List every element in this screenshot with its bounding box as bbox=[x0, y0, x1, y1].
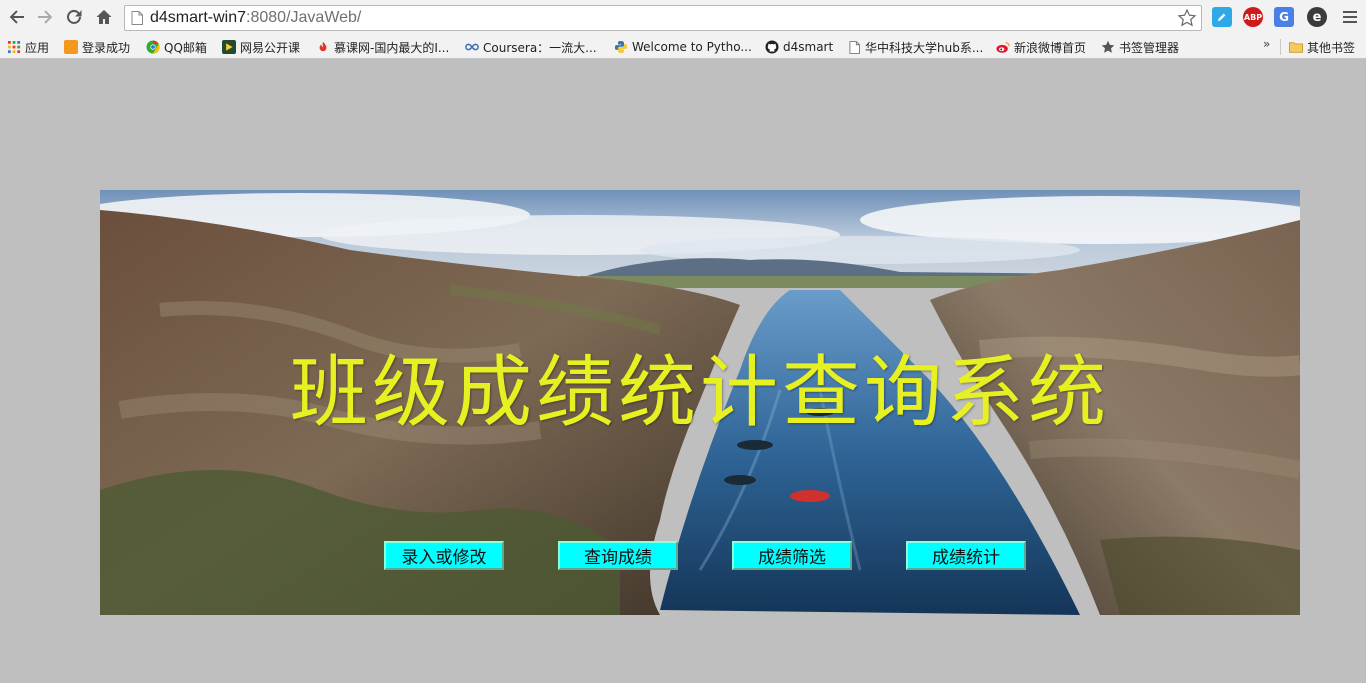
url-text: d4smart-win7:8080/JavaWeb/ bbox=[150, 9, 361, 27]
bookmarks-overflow-chevron[interactable]: » bbox=[1263, 37, 1270, 51]
score-statistics-button[interactable]: 成绩统计 bbox=[906, 541, 1026, 570]
bookmark-chrome-icon bbox=[146, 40, 160, 54]
bookmark-other-folder[interactable]: 其他书签 bbox=[1289, 37, 1355, 57]
entry-or-edit-button[interactable]: 录入或修改 bbox=[384, 541, 504, 570]
banner: 班级成绩统计查询系统 录入或修改 查询成绩 成绩筛选 成绩统计 bbox=[100, 190, 1300, 615]
bookmark-imooc[interactable]: 慕课网-国内最大的I... bbox=[316, 37, 449, 57]
bookmark-infinity-icon bbox=[465, 40, 479, 54]
apps-grid-icon bbox=[7, 40, 21, 54]
query-scores-button[interactable]: 查询成绩 bbox=[558, 541, 678, 570]
bookmark-label: 书签管理器 bbox=[1119, 40, 1180, 55]
bookmark-orange-icon bbox=[64, 40, 78, 54]
bookmarks-bar: 应用 登录成功 QQ邮箱 网易公开课 慕课网-国内最大的I... Courser… bbox=[0, 35, 1366, 59]
translate-icon[interactable]: G bbox=[1274, 7, 1294, 27]
url-host: d4smart-win7 bbox=[150, 9, 247, 26]
python-icon bbox=[614, 40, 628, 54]
folder-icon bbox=[1289, 40, 1303, 54]
browser-toolbar: d4smart-win7:8080/JavaWeb/ ABP G e bbox=[0, 0, 1366, 35]
bookmark-sina-weibo[interactable]: 新浪微博首页 bbox=[996, 37, 1086, 57]
star-icon bbox=[1101, 40, 1115, 54]
bookmark-manager[interactable]: 书签管理器 bbox=[1101, 37, 1179, 57]
github-icon bbox=[765, 40, 779, 54]
e-extension-icon[interactable]: e bbox=[1307, 7, 1327, 27]
bookmark-hust-hub[interactable]: 华中科技大学hub系... bbox=[847, 37, 983, 57]
bookmark-github-d4smart[interactable]: d4smart bbox=[765, 37, 833, 57]
menu-icon[interactable] bbox=[1340, 8, 1360, 26]
bookmark-coursera[interactable]: Coursera：一流大... bbox=[465, 37, 597, 57]
bookmark-label: 登录成功 bbox=[82, 40, 131, 55]
bookmark-label: 其他书签 bbox=[1307, 40, 1356, 55]
home-icon[interactable] bbox=[93, 6, 115, 28]
pencil-extension-icon[interactable] bbox=[1212, 7, 1232, 27]
bookmark-star-icon[interactable] bbox=[1177, 8, 1197, 28]
url-path: :8080/JavaWeb/ bbox=[246, 9, 362, 26]
bookmark-play-icon bbox=[222, 40, 236, 54]
forward-icon[interactable] bbox=[34, 6, 56, 28]
bookmark-flame-icon bbox=[316, 40, 330, 54]
filter-scores-button[interactable]: 成绩筛选 bbox=[732, 541, 852, 570]
bookmark-python[interactable]: Welcome to Pytho... bbox=[614, 37, 752, 57]
bookmark-label: 新浪微博首页 bbox=[1014, 40, 1087, 55]
page-icon bbox=[131, 11, 143, 25]
bookmark-label: Welcome to Pytho... bbox=[632, 40, 752, 54]
bookmark-label: 应用 bbox=[25, 40, 50, 55]
weibo-icon bbox=[996, 40, 1010, 54]
bookmark-label: QQ邮箱 bbox=[164, 40, 207, 55]
back-icon[interactable] bbox=[6, 6, 28, 28]
bookmark-login-success[interactable]: 登录成功 bbox=[64, 37, 130, 57]
page-icon bbox=[847, 40, 861, 54]
bookmark-label: d4smart bbox=[783, 40, 834, 54]
bookmark-label: Coursera：一流大... bbox=[483, 40, 597, 55]
bookmark-apps[interactable]: 应用 bbox=[7, 37, 49, 57]
bookmark-label: 网易公开课 bbox=[240, 40, 301, 55]
address-bar[interactable]: d4smart-win7:8080/JavaWeb/ bbox=[124, 5, 1202, 31]
bookmark-netease-open-course[interactable]: 网易公开课 bbox=[222, 37, 300, 57]
reload-icon[interactable] bbox=[63, 6, 85, 28]
page-title: 班级成绩统计查询系统 bbox=[289, 348, 1110, 438]
bookmark-label: 华中科技大学hub系... bbox=[865, 40, 984, 55]
adblock-icon[interactable]: ABP bbox=[1243, 7, 1263, 27]
bookmark-label: 慕课网-国内最大的I... bbox=[334, 40, 450, 55]
bookmark-qq-mail[interactable]: QQ邮箱 bbox=[146, 37, 207, 57]
bookmarks-separator bbox=[1280, 39, 1281, 55]
